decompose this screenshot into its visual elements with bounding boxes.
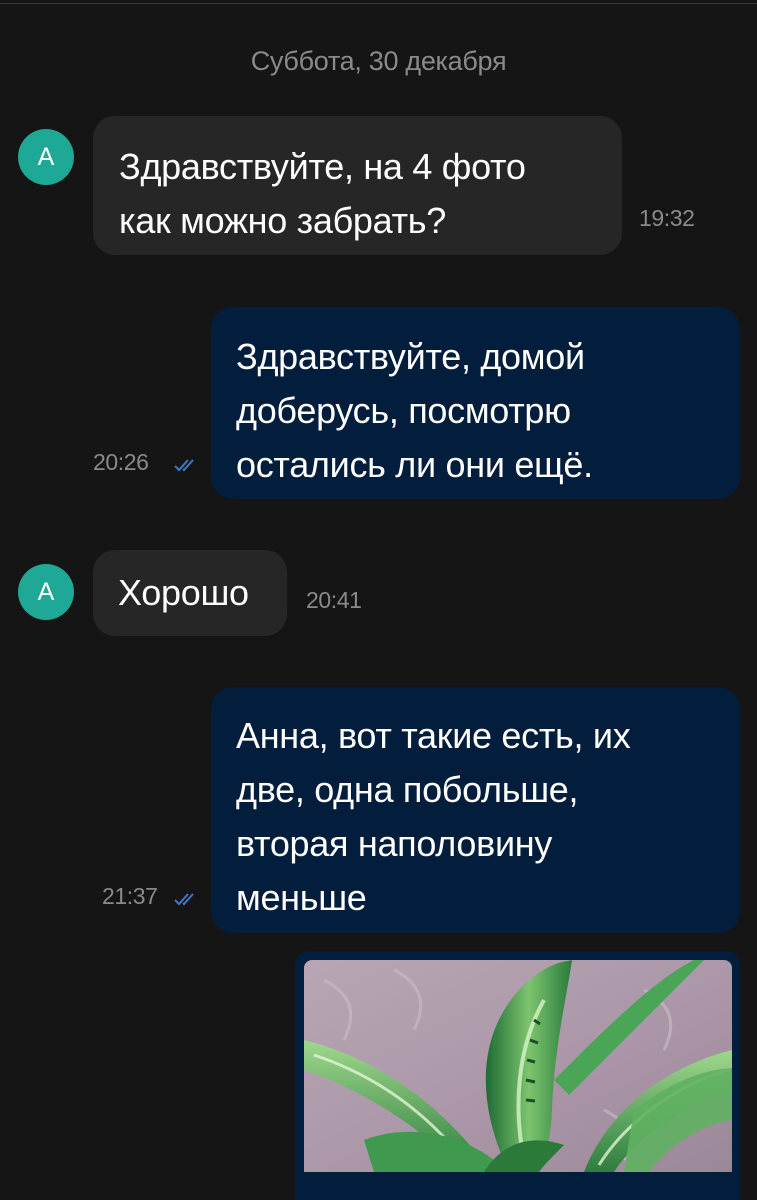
message-line: доберусь, посмотрю [236,390,571,431]
incoming-message-bubble[interactable]: Здравствуйте, на 4 фото как можно забрат… [93,116,622,255]
plant-photo[interactable] [304,960,732,1172]
double-check-icon [174,459,194,472]
message-line: Здравствуйте, на 4 фото [119,146,526,187]
incoming-message-bubble[interactable]: Хорошо [93,550,287,636]
message-line: вторая наполовину [236,823,553,864]
message-time: 20:26 [93,449,149,475]
sender-avatar[interactable]: А [18,564,74,620]
outgoing-message-bubble[interactable]: Анна, вот такие есть, их две, одна побол… [211,687,740,933]
outgoing-message-bubble[interactable]: Здравствуйте, домой доберусь, посмотрю о… [211,307,740,499]
sender-avatar[interactable]: А [18,129,74,185]
message-time: 20:41 [306,587,362,613]
message-line: как можно забрать? [119,200,446,241]
top-divider [0,3,757,4]
message-line: Анна, вот такие есть, их [236,715,631,756]
message-line: остались ли они ещё. [236,444,593,485]
message-time: 21:37 [102,883,158,909]
message-line: две, одна побольше, [236,769,579,810]
date-separator: Суббота, 30 декабря [250,46,507,76]
avatar-letter: А [37,577,55,606]
message-line: Хорошо [118,572,249,613]
avatar-letter: А [37,142,55,171]
double-check-icon [174,893,194,906]
message-line: меньше [236,877,367,918]
message-time: 19:32 [639,205,695,231]
message-line: Здравствуйте, домой [236,336,585,377]
